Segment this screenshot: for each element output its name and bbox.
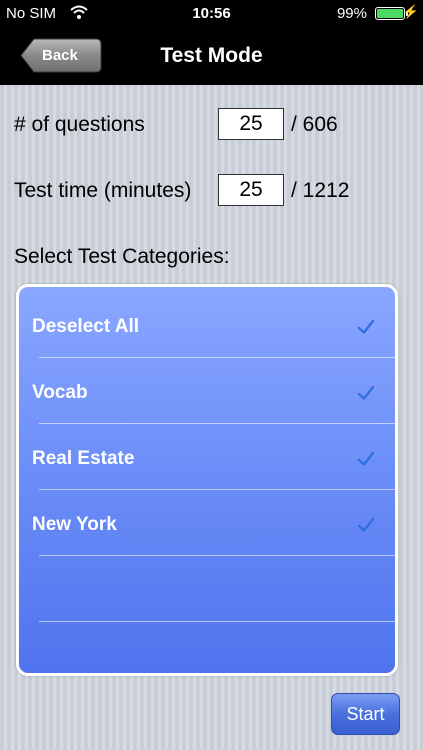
- test-time-input[interactable]: [218, 174, 284, 206]
- test-time-total: / 1212: [291, 179, 350, 202]
- list-separator: [39, 489, 395, 490]
- category-list: Deselect All Vocab Real Estate New York: [16, 284, 398, 676]
- list-separator: [39, 423, 395, 424]
- test-time-label: Test time (minutes): [14, 179, 192, 202]
- list-separator: [39, 621, 395, 622]
- navigation-bar: Back Test Mode: [0, 28, 423, 85]
- checkmark-icon: [357, 319, 375, 340]
- page-title: Test Mode: [160, 44, 263, 67]
- checkmark-icon: [357, 517, 375, 538]
- checkmark-icon: [357, 451, 375, 472]
- categories-header: Select Test Categories:: [14, 245, 230, 268]
- list-separator: [39, 555, 395, 556]
- list-item-real-estate[interactable]: Real Estate: [19, 427, 395, 493]
- list-item-label: Vocab: [32, 382, 88, 403]
- start-button[interactable]: Start: [331, 693, 400, 735]
- status-bar: No SIM 10:56 99% ⚡: [0, 0, 423, 28]
- list-item-label: Real Estate: [32, 448, 135, 469]
- list-item-label: Deselect All: [32, 316, 140, 337]
- list-separator: [39, 357, 395, 358]
- charging-bolt-icon: ⚡: [402, 4, 419, 19]
- battery-percent: 99%: [336, 5, 367, 22]
- list-item-new-york[interactable]: New York: [19, 493, 395, 559]
- battery-icon: [375, 7, 405, 20]
- list-item-vocab[interactable]: Vocab: [19, 361, 395, 427]
- checkmark-icon: [357, 385, 375, 406]
- list-item-label: New York: [32, 514, 117, 535]
- questions-total: / 606: [291, 113, 338, 136]
- questions-count-input[interactable]: [218, 108, 284, 140]
- list-item-deselect-all[interactable]: Deselect All: [19, 295, 395, 361]
- questions-label: # of questions: [14, 113, 145, 136]
